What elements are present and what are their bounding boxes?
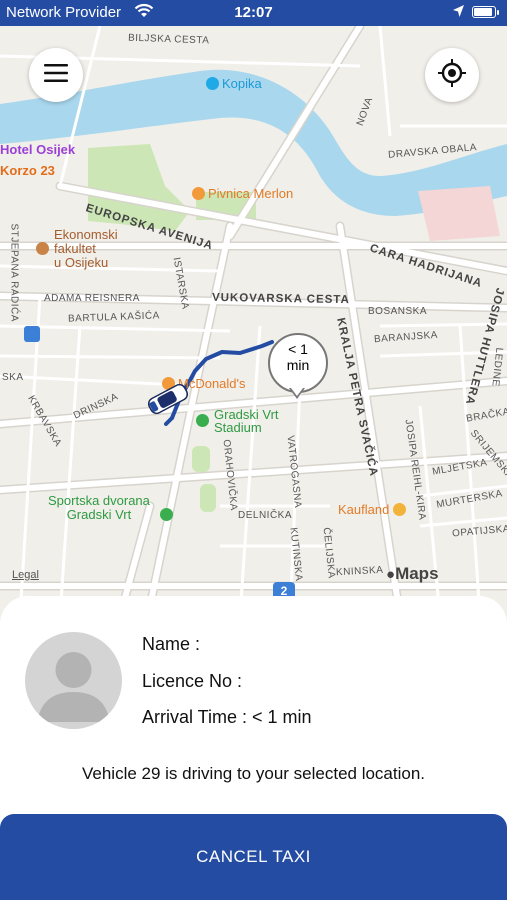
crosshair-icon	[438, 58, 466, 92]
legal-link[interactable]: Legal	[12, 569, 39, 581]
poi-label: Stadium	[214, 420, 262, 435]
poi-kopika[interactable]: Kopika	[206, 76, 262, 91]
battery-icon	[472, 6, 499, 18]
poi-label: McDonald's	[178, 376, 246, 391]
poi-label: Sportska dvorana	[48, 493, 150, 508]
street-label: BOSANSKA	[368, 306, 428, 317]
apple-logo-icon: ●	[386, 566, 396, 583]
poi-kaufland[interactable]: Kaufland	[338, 502, 409, 517]
poi-label: Ekonomski	[54, 227, 118, 242]
trip-info-sheet: Name : Licence No : Arrival Time : < 1 m…	[0, 596, 507, 900]
status-bar: Network Provider 12:07	[0, 0, 507, 26]
eta-bubble-value: < 1	[288, 341, 308, 357]
street-label: SKA	[2, 372, 24, 383]
maps-attribution-label: Maps	[395, 564, 439, 583]
map-view[interactable]: BILJSKA CESTA EUROPSKA AVENIJA CARA HADR…	[0, 26, 507, 616]
poi-icon	[392, 503, 406, 516]
street-label: ADAMA REISNERA	[44, 293, 140, 304]
poi-label: Gradski Vrt	[66, 507, 132, 522]
poi-label: fakultet	[54, 241, 96, 256]
recenter-button[interactable]	[425, 48, 479, 102]
poi-icon	[160, 508, 173, 521]
poi-hotel-osijek[interactable]: Hotel Osijek	[0, 142, 75, 157]
street-label: VUKOVARSKA CESTA	[211, 291, 350, 307]
driver-licence: Licence No :	[142, 671, 243, 691]
poi-korzo[interactable]: Korzo 23	[0, 163, 55, 178]
poi-label: u Osijeku	[54, 255, 109, 270]
poi-label: Pivnica Merlon	[208, 186, 294, 201]
poi-label: Kaufland	[338, 502, 390, 517]
bus-stop-icon	[24, 326, 40, 342]
poi-ekonomski-fakultet[interactable]: Ekonomski fakultet u Osijeku	[36, 228, 118, 270]
driver-name: Name :	[142, 634, 201, 654]
eta-bubble-unit: min	[286, 357, 310, 373]
menu-button[interactable]	[29, 48, 83, 102]
poi-icon	[196, 414, 209, 427]
clock: 12:07	[234, 4, 273, 21]
poi-gradski-vrt-stadium[interactable]: Gradski Vrt Stadium	[196, 408, 279, 434]
user-avatar-icon	[25, 632, 122, 729]
poi-icon	[192, 187, 205, 200]
menu-icon	[44, 63, 68, 87]
cancel-taxi-button[interactable]: CANCEL TAXI	[0, 814, 507, 900]
poi-label: Kopika	[222, 76, 262, 91]
status-message: Vehicle 29 is driving to your selected l…	[81, 764, 426, 783]
poi-pivnica-merlon[interactable]: Pivnica Merlon	[192, 186, 293, 201]
eta-bubble-tail-inner	[291, 388, 303, 396]
street-label: DELNIČKA	[238, 510, 293, 521]
street-label: STJEPANA RADIĆA	[8, 223, 20, 322]
poi-sportska-dvorana[interactable]: Sportska dvorana Gradski Vrt	[48, 493, 173, 522]
location-arrow-icon	[452, 4, 465, 22]
arrival-time: Arrival Time : < 1 min	[142, 707, 312, 727]
poi-icon	[36, 242, 49, 255]
eta-bubble: < 1 min	[268, 333, 328, 393]
maps-attribution: ●Maps	[386, 564, 439, 584]
poi-icon	[206, 77, 219, 90]
